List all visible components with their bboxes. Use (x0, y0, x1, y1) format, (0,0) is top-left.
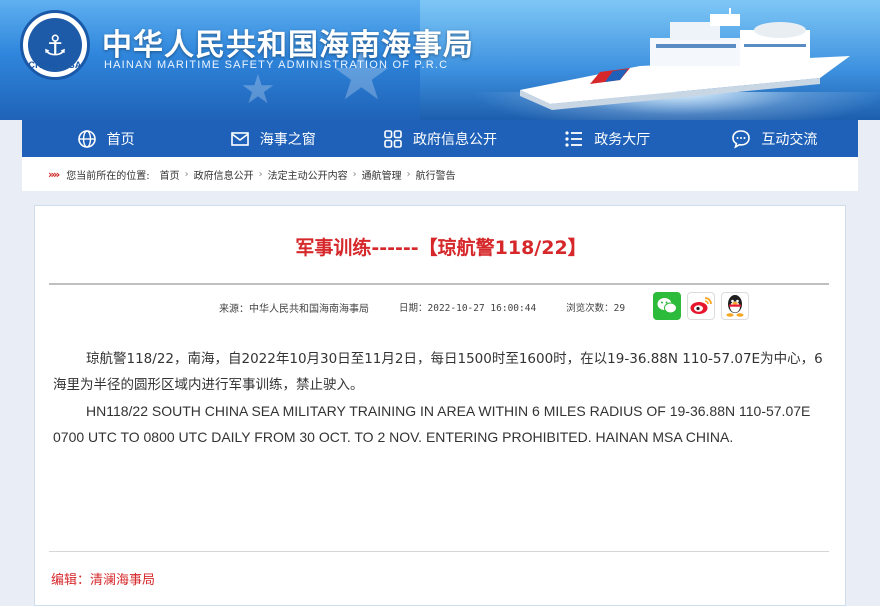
breadcrumb-link-statutory[interactable]: 法定主动公开内容 (268, 167, 348, 182)
nav-item-gov-info[interactable]: 政府信息公开 (356, 120, 523, 157)
paragraph-cn: 琼航警118/22，南海，自2022年10月30日至11月2日，每日1500时至… (53, 351, 823, 393)
nav-item-interaction[interactable]: 互动交流 (691, 120, 858, 157)
grid-icon (384, 129, 402, 148)
article-views: 浏览次数：29 (566, 303, 626, 314)
article-date: 日期：2022-10-27 16:00:44 (399, 303, 537, 314)
chevron-right-icon: › (184, 168, 189, 180)
article-source: 来源：中华人民共和国海南海事局 (219, 304, 369, 315)
star-decoration: ★ (240, 67, 276, 113)
site-banner: ★ ★ ⚓ CHINA MSA 中华人民共和国海南海事局 HAINAN MARI… (0, 0, 880, 120)
breadcrumb-prefix: 您当前所在的位置: (66, 170, 150, 182)
main-nav: 首页 海事之窗 政府信息公开 政务大厅 互动交流 (22, 120, 858, 157)
wechat-icon[interactable] (653, 292, 681, 320)
breadcrumb-link-gov-info[interactable]: 政府信息公开 (194, 167, 254, 182)
nav-item-label: 首页 (106, 131, 135, 148)
title-divider (49, 283, 829, 285)
article-meta: 来源：中华人民共和国海南海事局 日期：2022-10-27 16:00:44 浏… (219, 300, 625, 315)
globe-icon (77, 129, 96, 148)
paragraph-en: HN118/22 SOUTH CHINA SEA MILITARY TRAINI… (53, 403, 811, 445)
nav-item-label: 政府信息公开 (413, 131, 497, 148)
nav-item-service-hall[interactable]: 政务大厅 (524, 120, 691, 157)
share-buttons (653, 292, 749, 320)
patrol-ship-image (520, 8, 850, 110)
qq-icon[interactable] (721, 292, 749, 320)
nav-item-maritime-window[interactable]: 海事之窗 (189, 120, 356, 157)
article-title: 军事训练------【琼航警118/22】 (295, 237, 587, 259)
breadcrumb-link-warnings[interactable]: 航行警告 (416, 167, 456, 182)
chat-icon (732, 129, 751, 149)
nav-item-label: 互动交流 (761, 131, 818, 148)
nav-item-label: 政务大厅 (594, 131, 651, 148)
envelope-icon (230, 131, 249, 146)
nav-item-home[interactable]: 首页 (22, 120, 189, 157)
article-panel: 军事训练------【琼航警118/22】 来源：中华人民共和国海南海事局 日期… (34, 205, 846, 606)
article-editor: 编辑：清澜海事局 (51, 573, 156, 588)
site-title: 中华人民共和国海南海事局 (102, 28, 474, 63)
chevron-right-icon: › (406, 168, 411, 180)
logo-text: CHINA MSA (28, 60, 82, 70)
breadcrumb-link-home[interactable]: 首页 (160, 167, 180, 182)
double-chevron-icon: »» (48, 167, 60, 181)
nav-item-label: 海事之窗 (259, 131, 316, 148)
msa-logo[interactable]: ⚓ CHINA MSA (20, 10, 90, 80)
weibo-icon[interactable] (687, 292, 715, 320)
article-body: 琼航警118/22，南海，自2022年10月30日至11月2日，每日1500时至… (53, 346, 823, 450)
footer-divider (49, 551, 829, 552)
chevron-right-icon: › (258, 168, 263, 180)
site-subtitle: HAINAN MARITIME SAFETY ADMINISTRATION OF… (104, 59, 449, 71)
breadcrumb: »» 您当前所在的位置: 首页 › 政府信息公开 › 法定主动公开内容 › 通航… (22, 157, 858, 191)
breadcrumb-link-navigation[interactable]: 通航管理 (362, 167, 402, 182)
chevron-right-icon: › (352, 168, 357, 180)
list-icon (565, 130, 583, 147)
